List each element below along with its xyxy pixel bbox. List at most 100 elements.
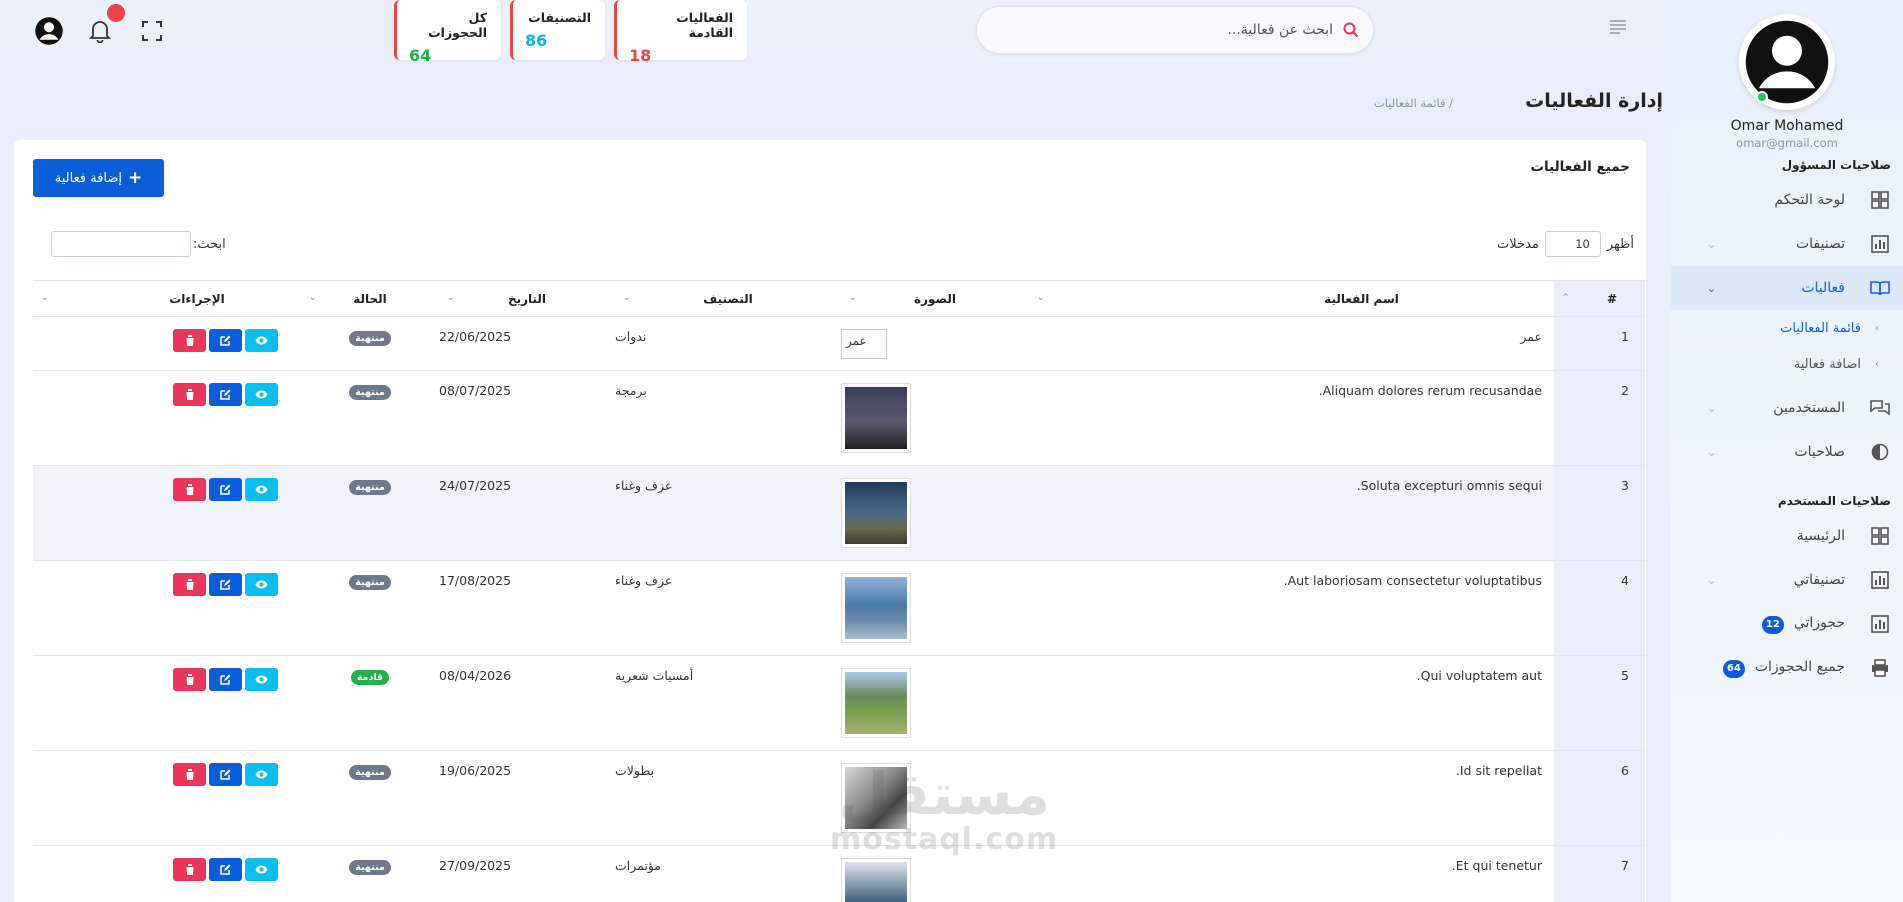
edit-button[interactable] [209,478,242,501]
chevron-down-icon: ⌄ [1707,445,1717,459]
sort-icon: ⌄ [309,293,317,303]
view-button[interactable] [245,668,278,691]
eye-icon [255,770,268,779]
event-image [841,573,911,643]
chevron-down-icon: ⌄ [1707,401,1717,415]
header-search-box[interactable] [976,6,1374,54]
sidebar-item-home[interactable]: الرئيسية [1671,514,1903,558]
table-search-input[interactable] [51,231,191,257]
add-event-label: إضافة فعالية [54,170,122,186]
status-badge: منتهية [349,480,391,495]
sidebar-item-label: حجوزاتي 12 [1761,615,1845,634]
search-icon [1343,22,1359,38]
edit-icon [220,579,231,590]
cell-date: 08/04/2026 [439,655,615,751]
user-avatar-icon [1745,20,1829,104]
stat-label: الفعاليات القادمة [676,10,733,40]
edit-button[interactable] [209,573,242,596]
sidebar-item-all-bookings[interactable]: جميع الحجوزات 64 [1671,646,1903,690]
search-input[interactable] [991,22,1343,38]
entries-length-control: أظهر 10 مدخلات [1497,231,1634,257]
col-header-image[interactable]: الصورة ⌄ [841,280,1029,317]
eye-icon [255,390,268,399]
col-header-name[interactable]: اسم الفعالية ⌄ [1029,280,1554,317]
sidebar-item-permissions[interactable]: صلاحيات ⌄ [1671,430,1903,474]
cell-image [841,560,1029,656]
sidebar-item-users[interactable]: المستخدمين ⌄ [1671,386,1903,430]
cell-index: 5 [1554,655,1645,751]
cell-actions [33,316,301,371]
cell-status: منتهية [301,750,439,846]
chart-icon [1869,569,1891,591]
status-badge: منتهية [349,575,391,590]
edit-icon [220,335,231,346]
edit-button[interactable] [209,763,242,786]
cell-actions [33,845,301,902]
view-button[interactable] [245,763,278,786]
event-image [841,668,911,738]
cell-event-name: Aliquam dolores rerum recusandae. [1029,370,1554,466]
col-header-category[interactable]: التصنيف ⌄ [615,280,841,317]
event-image [841,383,911,453]
sidebar-item-categories[interactable]: تصنيفات ⌄ [1671,222,1903,266]
delete-button[interactable] [173,858,206,881]
cell-status: منتهية [301,465,439,561]
sidebar-item-label: تصنيفاتي [1793,572,1845,588]
stat-card-upcoming-events: الفعاليات القادمة 18 [614,0,747,65]
delete-button[interactable] [173,478,206,501]
sidebar-item-dashboard[interactable]: لوحة التحكم [1671,178,1903,222]
delete-button[interactable] [173,383,206,406]
delete-button[interactable] [173,573,206,596]
view-button[interactable] [245,329,278,352]
sidebar-item-my-categories[interactable]: تصنيفاتي ⌄ [1671,558,1903,602]
delete-button[interactable] [173,763,206,786]
event-image [841,858,911,902]
contrast-icon [1869,441,1891,463]
breadcrumb[interactable]: / قائمة الفعاليات [1374,96,1453,110]
edit-button[interactable] [209,668,242,691]
sidebar-subitem-add-event[interactable]: › اضافة فعالية [1671,346,1903,382]
cell-date: 24/07/2025 [439,465,615,561]
delete-button[interactable] [173,329,206,352]
status-badge: منتهية [349,331,391,346]
profile-icon[interactable] [34,16,64,46]
show-label: أظهر [1606,236,1634,252]
sidebar-subitem-events-list[interactable]: › قائمة الفعاليات [1671,310,1903,346]
view-button[interactable] [245,858,278,881]
cell-status: منتهية [301,370,439,466]
edit-button[interactable] [209,383,242,406]
col-header-status[interactable]: الحالة ⌄ [301,280,439,317]
sidebar-item-my-bookings[interactable]: حجوزاتي 12 [1671,602,1903,646]
view-button[interactable] [245,478,278,501]
stat-label: كل الحجوزات [428,10,487,40]
user-email: omar@gmail.com [1736,136,1838,150]
edit-icon [220,769,231,780]
eye-icon [255,336,268,345]
add-event-button[interactable]: + إضافة فعالية [33,159,164,197]
cell-index: 1 [1554,316,1645,371]
col-header-index[interactable]: # ⌃ [1554,280,1645,317]
view-button[interactable] [245,383,278,406]
stat-label: التصنيفات [528,10,591,25]
stat-value: 64 [409,46,432,65]
sidebar-item-events[interactable]: فعاليات ⌄ [1671,266,1903,310]
col-header-date[interactable]: التاريخ ⌄ [439,280,615,317]
edit-button[interactable] [209,329,242,352]
cell-event-name: Et qui tenetur. [1029,845,1554,902]
hamburger-menu-icon[interactable] [1610,20,1632,42]
fullscreen-icon[interactable] [137,16,167,46]
cell-category: مؤتمرات [615,845,841,902]
dashboard-icon [1869,189,1891,211]
notification-bell-icon[interactable] [85,4,125,46]
col-header-actions[interactable]: الإجراءات ⌄ [33,280,301,317]
delete-button[interactable] [173,668,206,691]
cell-event-name: Aut laboriosam consectetur voluptatibus. [1029,560,1554,656]
sort-icon: ⌄ [849,293,857,303]
view-button[interactable] [245,573,278,596]
sidebar-item-label: الرئيسية [1796,528,1845,544]
entries-select[interactable]: 10 [1544,231,1601,257]
edit-button[interactable] [209,858,242,881]
cell-index: 7 [1554,845,1645,902]
cell-status: منتهية [301,845,439,902]
avatar[interactable] [1739,14,1835,110]
